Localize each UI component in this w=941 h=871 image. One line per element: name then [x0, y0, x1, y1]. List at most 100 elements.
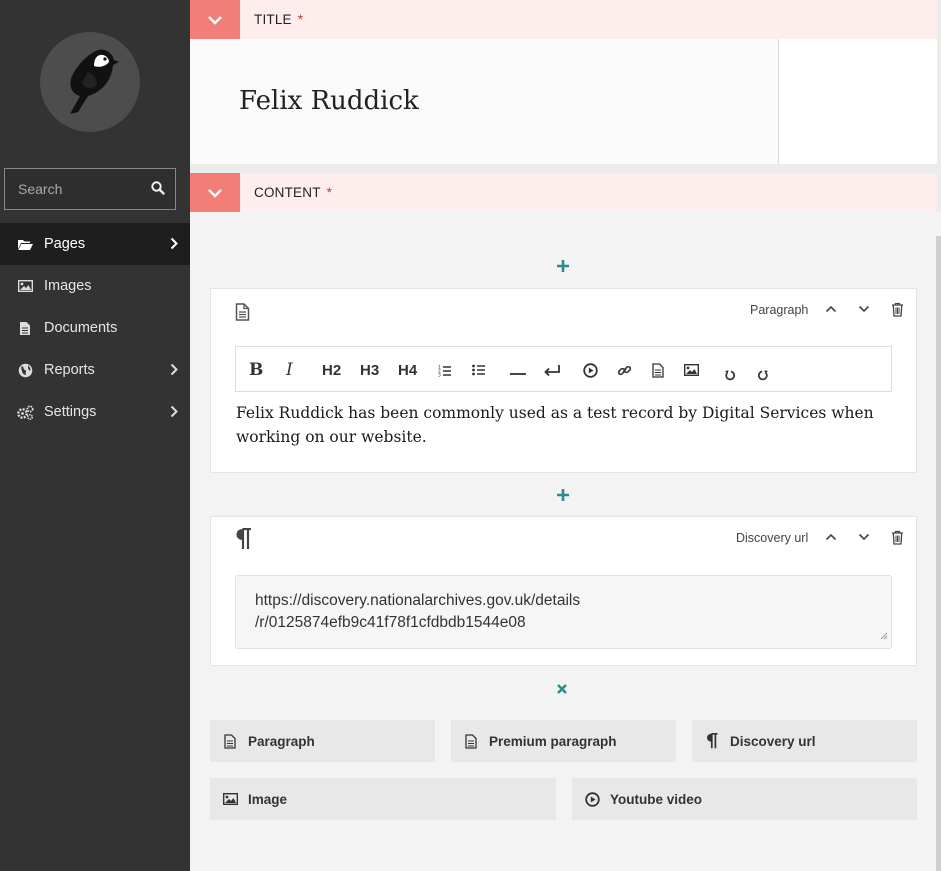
search-input[interactable]: [5, 169, 145, 209]
document-icon: [222, 733, 238, 749]
title-field-area: [190, 39, 779, 164]
bulleted-list-icon: [472, 364, 485, 376]
bulleted-list-button[interactable]: [472, 361, 486, 379]
discovery-url-field: https://discovery.nationalarchives.gov.u…: [235, 575, 892, 649]
image-icon: [222, 791, 238, 807]
add-youtube-video-button[interactable]: Youtube video: [572, 778, 917, 820]
chevron-down-icon: [208, 15, 222, 25]
block-type-label: Discovery url: [736, 531, 809, 545]
discovery-url-input[interactable]: https://discovery.nationalarchives.gov.u…: [255, 590, 855, 638]
chevron-down-icon: [858, 533, 870, 541]
chevron-up-icon: [825, 305, 837, 313]
bold-button[interactable]: B: [249, 360, 263, 380]
italic-button[interactable]: I: [286, 360, 293, 380]
menu-item-pages[interactable]: Pages: [0, 223, 190, 265]
play-icon: [583, 362, 598, 378]
search-icon: [151, 181, 165, 195]
pilcrow-icon: [704, 733, 720, 749]
menu-item-images[interactable]: Images: [0, 265, 190, 307]
image-button[interactable]: [684, 361, 699, 379]
line-break-icon: [544, 364, 560, 376]
h4-button[interactable]: H4: [398, 361, 417, 379]
globe-icon: [16, 362, 34, 378]
content-panel-label: CONTENT *: [254, 185, 332, 200]
folder-open-icon: [16, 236, 34, 252]
chevron-right-icon: [170, 237, 178, 254]
paragraph-block: Paragraph B I H2 H3 H4 123 Felix Ruddick…: [210, 288, 917, 473]
content-panel-header: CONTENT *: [190, 173, 937, 212]
menu-item-documents[interactable]: Documents: [0, 307, 190, 349]
search-button[interactable]: [151, 181, 167, 197]
collapse-content-button[interactable]: [190, 173, 240, 212]
ordered-list-icon: 123: [438, 364, 451, 377]
title-input[interactable]: [239, 79, 739, 123]
chevron-right-icon: [170, 405, 178, 422]
horizontal-line-icon: [510, 373, 526, 375]
menu-item-reports[interactable]: Reports: [0, 349, 190, 391]
block-type-label: Paragraph: [750, 303, 809, 317]
close-icon: [557, 684, 567, 694]
add-premium-paragraph-button[interactable]: Premium paragraph: [451, 720, 676, 762]
move-up-button[interactable]: [823, 529, 839, 545]
undo-icon: [725, 370, 735, 381]
plus-icon: [557, 260, 569, 272]
chooser-label: Youtube video: [610, 791, 703, 807]
chevron-right-icon: [170, 363, 178, 380]
scrollbar[interactable]: [936, 236, 941, 871]
document-icon: [463, 733, 479, 749]
title-label-text: TITLE: [254, 12, 292, 27]
menu-item-label: Settings: [44, 404, 97, 420]
plus-icon: [557, 489, 569, 501]
move-up-button[interactable]: [823, 301, 839, 317]
ordered-list-button[interactable]: 123: [438, 361, 452, 379]
required-marker: *: [297, 12, 304, 27]
discovery-url-block: Discovery url https://discovery.national…: [210, 516, 917, 666]
sidebar: Pages Images Documents Reports: [0, 0, 190, 871]
redo-button[interactable]: [757, 366, 769, 384]
delete-block-button[interactable]: [889, 301, 905, 317]
add-paragraph-button[interactable]: Paragraph: [210, 720, 435, 762]
collapse-title-button[interactable]: [190, 0, 240, 39]
wagtail-logo[interactable]: [40, 32, 140, 132]
embed-button[interactable]: [583, 361, 598, 379]
link-icon: [617, 365, 632, 375]
document-icon: [235, 303, 250, 326]
move-down-button[interactable]: [856, 301, 872, 317]
close-block-chooser-button[interactable]: [556, 680, 568, 700]
document-link-button[interactable]: [652, 361, 664, 379]
svg-text:3: 3: [438, 372, 441, 377]
move-down-button[interactable]: [856, 529, 872, 545]
chooser-label: Discovery url: [730, 733, 816, 749]
menu-item-label: Images: [44, 278, 92, 294]
link-button[interactable]: [617, 361, 632, 379]
redo-icon: [758, 370, 768, 381]
main-menu: Pages Images Documents Reports Settings: [0, 223, 190, 433]
add-discovery-url-button[interactable]: Discovery url: [692, 720, 917, 762]
trash-icon: [891, 530, 903, 545]
add-block-button[interactable]: [556, 487, 570, 505]
bird-icon: [70, 49, 119, 114]
line-break-button[interactable]: [543, 361, 561, 379]
pilcrow-icon: [235, 527, 253, 555]
h2-button[interactable]: H2: [322, 361, 341, 379]
add-block-button[interactable]: [556, 258, 570, 276]
main-content: TITLE * CONTENT * Paragraph: [190, 0, 941, 871]
h3-button[interactable]: H3: [360, 361, 379, 379]
content-label-text: CONTENT: [254, 185, 321, 200]
horizontal-line-button[interactable]: [510, 361, 526, 379]
title-panel-header: TITLE *: [190, 0, 937, 39]
document-icon: [16, 320, 34, 336]
menu-item-label: Pages: [44, 236, 86, 252]
add-image-button[interactable]: Image: [210, 778, 556, 820]
undo-button[interactable]: [724, 366, 736, 384]
delete-block-button[interactable]: [889, 529, 905, 545]
paragraph-editor[interactable]: Felix Ruddick has been commonly used as …: [236, 401, 886, 449]
image-icon: [16, 278, 34, 294]
cogs-icon: [16, 404, 34, 420]
document-icon: [652, 362, 664, 378]
chooser-label: Premium paragraph: [489, 733, 617, 749]
play-icon: [584, 791, 600, 807]
menu-item-settings[interactable]: Settings: [0, 391, 190, 433]
menu-item-label: Reports: [44, 362, 95, 378]
resize-handle-icon[interactable]: [880, 627, 888, 645]
